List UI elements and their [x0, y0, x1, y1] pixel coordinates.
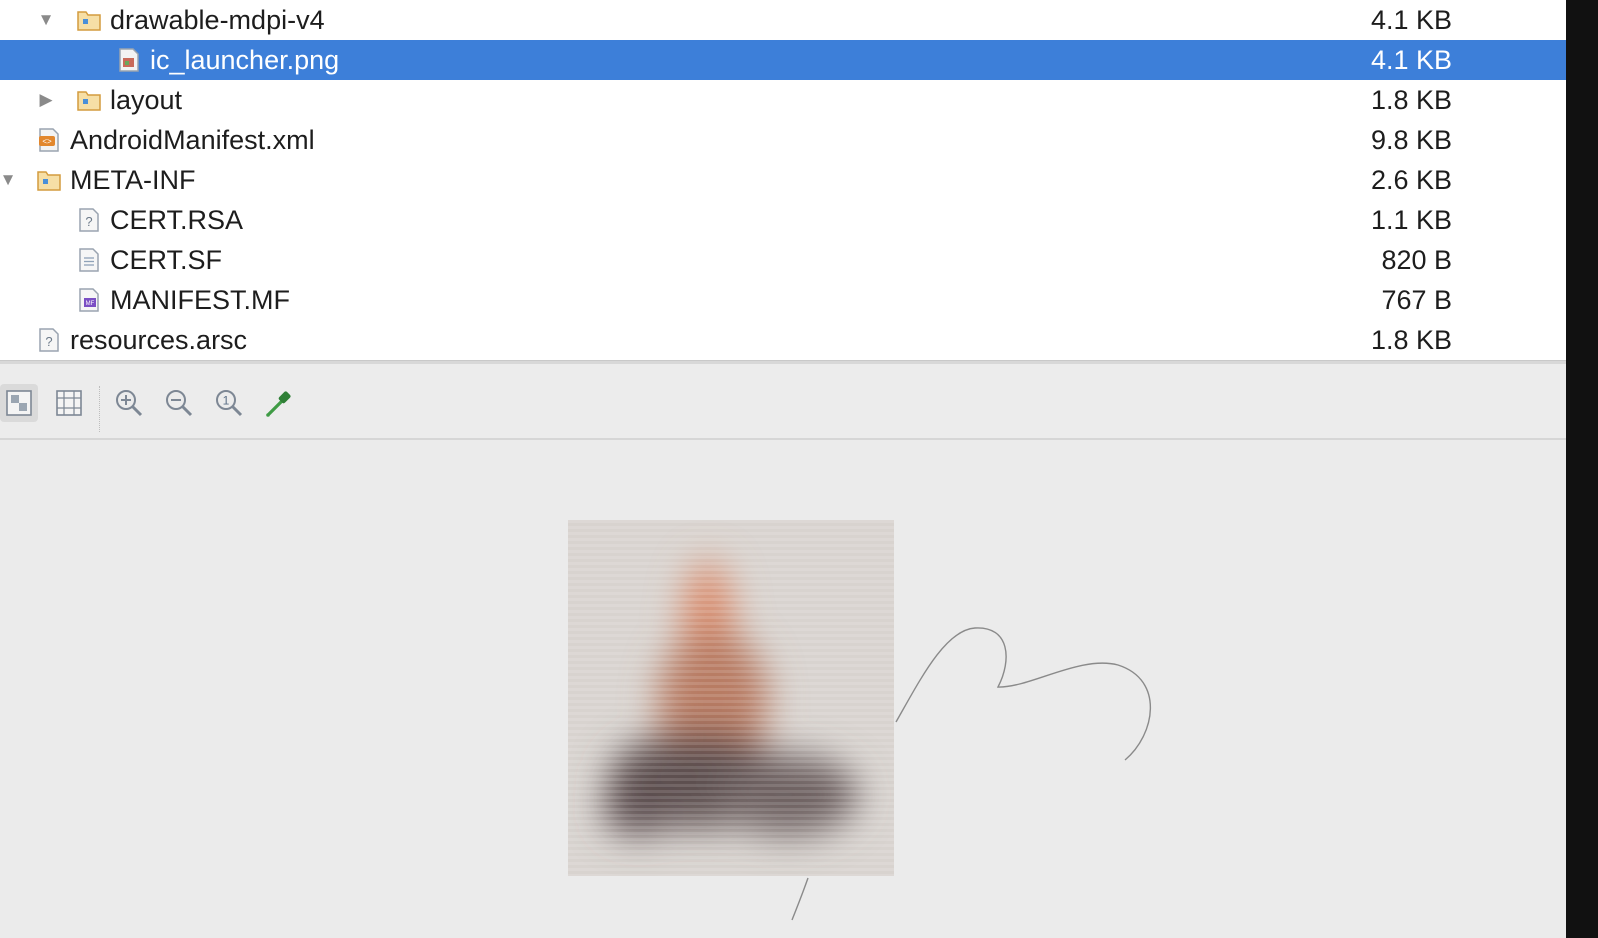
unknown-file-icon: ?: [79, 208, 99, 232]
annotation-stroke: [791, 627, 1151, 921]
tree-row-size: 820 B: [1381, 245, 1452, 275]
image-file-icon: [119, 48, 139, 72]
chessboard-background-icon: [6, 390, 32, 416]
tree-row-name: resources.arsc: [70, 325, 248, 355]
svg-text:MF: MF: [86, 301, 95, 307]
tree-row-resources-arsc[interactable]: ? resources.arsc 1.8 KB: [0, 320, 1566, 360]
tree-row-ic-launcher-png[interactable]: ic_launcher.png 4.1 KB: [0, 40, 1566, 80]
actual-size-button[interactable]: 1: [210, 384, 248, 422]
tree-row-size: 1.8 KB: [1370, 85, 1452, 115]
manifest-file-icon: MF: [79, 288, 99, 312]
actual-size-icon: 1: [216, 390, 243, 417]
tree-row-name: CERT.RSA: [110, 205, 244, 235]
svg-text:1: 1: [223, 394, 230, 408]
text-file-icon: [79, 248, 99, 272]
svg-text:?: ?: [45, 334, 52, 349]
collapse-arrow-icon[interactable]: ▶: [36, 80, 56, 120]
tree-row-name: ic_launcher.png: [150, 45, 340, 75]
tree-row-name: MANIFEST.MF: [110, 285, 290, 315]
tree-row-name: layout: [110, 85, 183, 115]
zoom-in-button[interactable]: [110, 384, 148, 422]
tree-row-name: AndroidManifest.xml: [70, 125, 315, 155]
grid-button[interactable]: [50, 384, 88, 422]
tree-row-cert-sf[interactable]: CERT.SF 820 B: [0, 240, 1566, 280]
zoom-out-button[interactable]: [160, 384, 198, 422]
tree-row-name: CERT.SF: [110, 245, 223, 275]
chessboard-background-button[interactable]: [0, 384, 38, 422]
tree-row-cert-rsa[interactable]: ? CERT.RSA 1.1 KB: [0, 200, 1566, 240]
expand-arrow-icon[interactable]: ▼: [36, 0, 56, 40]
tree-row-layout[interactable]: ▶ layout 1.8 KB: [0, 80, 1566, 120]
folder-icon: [77, 11, 101, 31]
tree-row-size: 9.8 KB: [1370, 125, 1452, 155]
svg-text:?: ?: [85, 214, 92, 229]
tree-row-size: 1.8 KB: [1370, 325, 1452, 355]
svg-text:<>: <>: [42, 137, 52, 146]
xml-file-icon: <>: [39, 128, 59, 152]
zoom-in-icon: [116, 390, 143, 417]
image-preview-area: [0, 440, 1566, 938]
image-viewer-toolbar: 1: [0, 364, 1566, 440]
color-picker-icon: [266, 391, 291, 417]
tree-row-meta-inf[interactable]: ▼ META-INF 2.6 KB: [0, 160, 1566, 200]
tree-row-size: 4.1 KB: [1370, 45, 1452, 75]
tree-row-drawable-mdpi-v4[interactable]: ▼ drawable-mdpi-v4 4.1 KB: [0, 0, 1566, 40]
tree-row-androidmanifest-xml[interactable]: <> AndroidManifest.xml 9.8 KB: [0, 120, 1566, 160]
tree-row-size: 1.1 KB: [1370, 205, 1452, 235]
tree-row-size: 4.1 KB: [1370, 5, 1452, 35]
window-edge: [1566, 0, 1598, 938]
apk-analyzer-window: ▼ drawable-mdpi-v4 4.1 KB ic_launcher.pn…: [0, 0, 1566, 938]
tree-row-name: META-INF: [70, 165, 196, 195]
file-tree: ▼ drawable-mdpi-v4 4.1 KB ic_launcher.pn…: [0, 0, 1566, 362]
expand-arrow-icon[interactable]: ▼: [0, 160, 18, 200]
color-picker-button[interactable]: [260, 384, 298, 422]
toolbar-separator: [99, 386, 100, 432]
zoom-out-icon: [166, 390, 193, 417]
folder-icon: [37, 171, 61, 191]
folder-icon: [77, 91, 101, 111]
tree-row-size: 767 B: [1381, 285, 1452, 315]
unknown-file-icon: ?: [39, 328, 59, 352]
grid-icon: [56, 390, 82, 416]
tree-row-manifest-mf[interactable]: MF MANIFEST.MF 767 B: [0, 280, 1566, 320]
tree-row-size: 2.6 KB: [1370, 165, 1452, 195]
tree-row-name: drawable-mdpi-v4: [110, 5, 325, 35]
